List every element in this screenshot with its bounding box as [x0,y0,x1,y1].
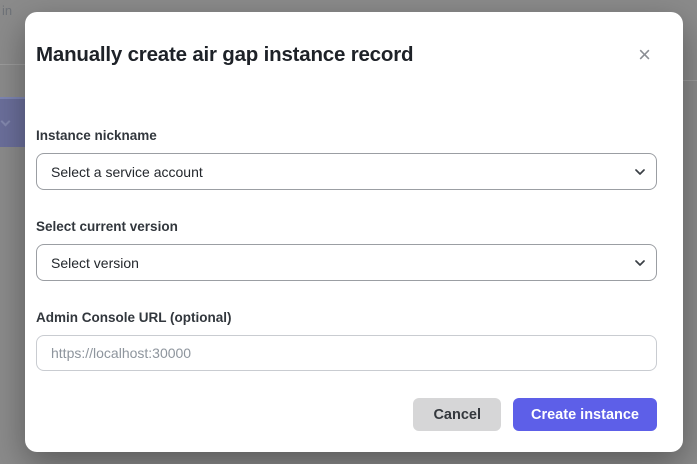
background-divider [683,80,697,81]
cancel-button[interactable]: Cancel [413,398,501,431]
instance-nickname-label: Instance nickname [36,128,657,144]
input-wrapper [36,335,657,371]
field-current-version: Select current version Select version [36,219,657,281]
select-wrapper: Select version [36,244,657,281]
chevron-icon [1,117,11,127]
select-wrapper: Select a service account [36,153,657,190]
version-select[interactable]: Select version [36,244,657,281]
create-instance-button[interactable]: Create instance [513,398,657,431]
modal-footer: Cancel Create instance [36,398,657,431]
modal-header: Manually create air gap instance record … [36,42,657,68]
field-instance-nickname: Instance nickname Select a service accou… [36,128,657,190]
field-admin-console-url: Admin Console URL (optional) [36,310,657,371]
background-divider [0,64,25,65]
create-airgap-instance-modal: Manually create air gap instance record … [25,12,683,452]
admin-console-url-input[interactable] [36,335,657,371]
background-selected-row [0,97,25,147]
background-partial-text: in [2,3,12,18]
modal-title: Manually create air gap instance record [36,42,413,68]
admin-console-url-label: Admin Console URL (optional) [36,310,657,326]
close-button[interactable]: × [632,44,657,66]
current-version-label: Select current version [36,219,657,235]
close-icon: × [638,42,651,67]
service-account-select[interactable]: Select a service account [36,153,657,190]
